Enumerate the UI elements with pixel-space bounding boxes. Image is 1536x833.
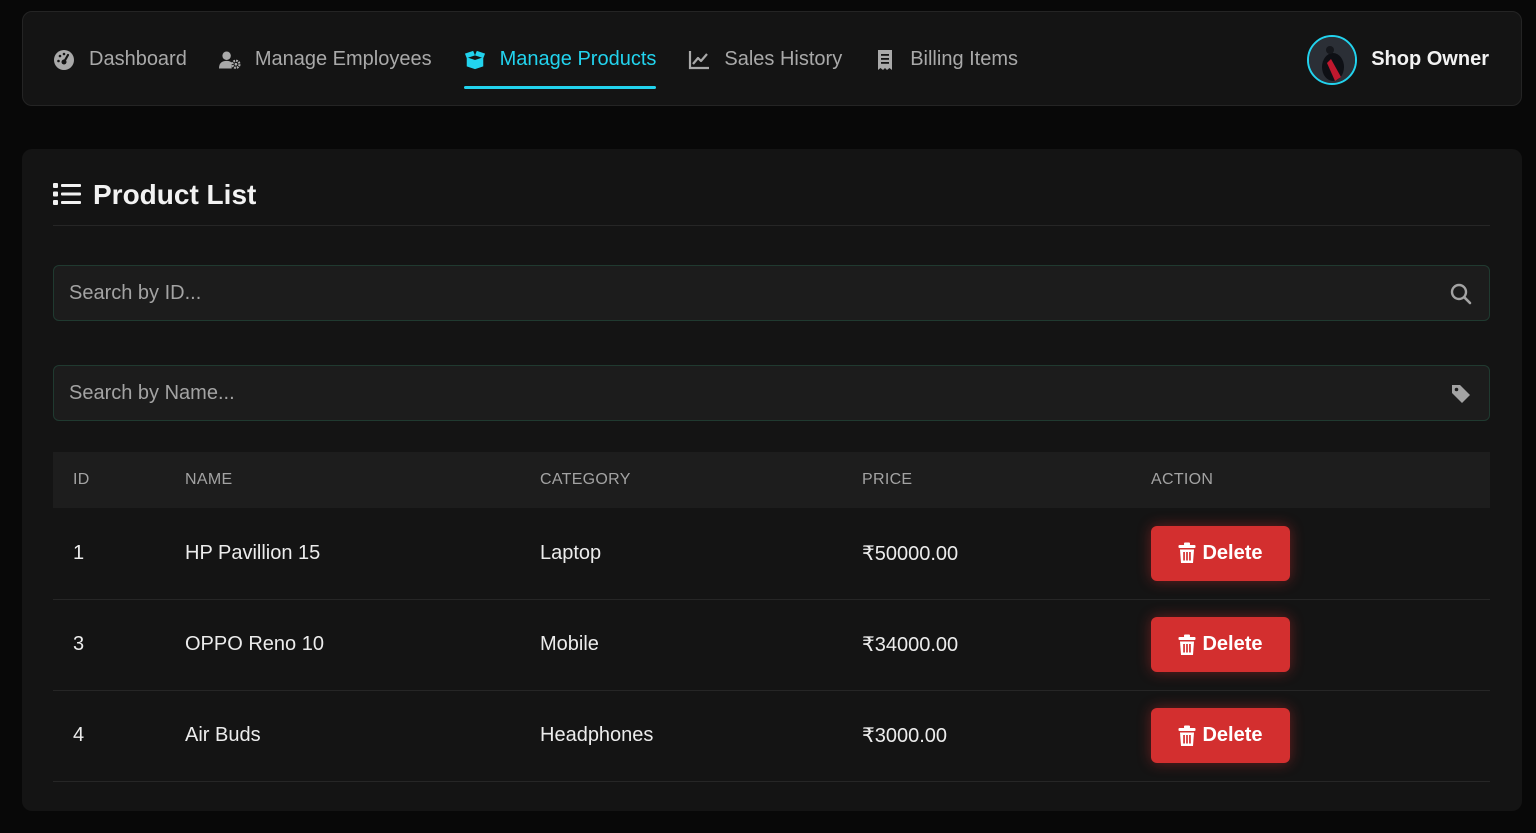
list-icon: [53, 182, 81, 208]
table-row: 1 HP Pavillion 15 Laptop ₹50000.00 Delet…: [53, 508, 1490, 599]
avatar: [1307, 34, 1358, 85]
product-list-card: Product List ID NAME CATEGORY PRICE ACTI…: [22, 149, 1522, 811]
product-category: Mobile: [540, 633, 599, 655]
top-navbar: Dashboard Manage Employees Manage Produc…: [22, 11, 1522, 106]
page-title: Product List: [93, 179, 257, 210]
product-action-cell: Delete: [1131, 508, 1490, 599]
nav-item-manage-products[interactable]: Manage Products: [463, 12, 657, 107]
delete-button-label: Delete: [1202, 541, 1263, 564]
search-by-id-input[interactable]: [54, 266, 1489, 320]
column-header-category: CATEGORY: [540, 471, 631, 488]
nav-item-label: Dashboard: [89, 48, 187, 70]
column-header-action: ACTION: [1151, 471, 1214, 488]
trash-icon: [1178, 634, 1196, 656]
table-header-row: ID NAME CATEGORY PRICE ACTION: [53, 452, 1490, 508]
nav-item-dashboard[interactable]: Dashboard: [53, 12, 187, 107]
trash-icon: [1178, 725, 1196, 747]
search-by-name-field: [53, 365, 1490, 421]
nav-item-label: Manage Employees: [254, 48, 432, 70]
nav-item-billing-items[interactable]: Billing Items: [874, 12, 1018, 107]
user-gear-icon: [218, 49, 241, 71]
product-name: OPPO Reno 10: [185, 633, 324, 655]
nav-item-label: Manage Products: [499, 48, 657, 70]
trash-icon: [1178, 542, 1196, 564]
user-profile[interactable]: Shop Owner: [1307, 12, 1489, 107]
product-price: ₹34000.00: [862, 634, 959, 656]
product-action-cell: Delete: [1131, 599, 1490, 690]
nav-item-label: Sales History: [724, 48, 843, 70]
product-price: ₹50000.00: [862, 542, 959, 565]
product-name: Air Buds: [185, 724, 261, 746]
dashboard-gauge-icon: [53, 49, 75, 71]
product-category: Headphones: [540, 724, 654, 746]
search-by-name-input[interactable]: [54, 366, 1489, 420]
receipt-icon: [874, 49, 896, 71]
delete-button[interactable]: Delete: [1151, 708, 1290, 763]
product-id: 4: [73, 724, 85, 746]
nav-menu: Dashboard Manage Employees Manage Produc…: [53, 12, 1050, 107]
product-table: ID NAME CATEGORY PRICE ACTION 1 HP Pavil…: [53, 452, 1490, 782]
nav-item-label: Billing Items: [910, 48, 1019, 70]
box-open-icon: [464, 49, 486, 71]
delete-button-label: Delete: [1202, 633, 1263, 655]
nav-item-sales-history[interactable]: Sales History: [688, 12, 842, 107]
search-icon[interactable]: [1449, 282, 1473, 306]
user-name: Shop Owner: [1371, 48, 1489, 70]
delete-button[interactable]: Delete: [1151, 617, 1290, 672]
column-header-name: NAME: [185, 471, 233, 488]
product-id: 1: [73, 541, 85, 564]
table-row: 3 OPPO Reno 10 Mobile ₹34000.00 Delete: [53, 599, 1490, 690]
product-action-cell: Delete: [1131, 690, 1490, 781]
delete-button-label: Delete: [1202, 724, 1263, 746]
column-header-id: ID: [73, 471, 90, 488]
tag-icon[interactable]: [1449, 382, 1473, 406]
table-row: 4 Air Buds Headphones ₹3000.00 Delete: [53, 690, 1490, 781]
product-id: 3: [73, 633, 85, 655]
card-header: Product List: [53, 179, 1490, 226]
delete-button[interactable]: Delete: [1151, 525, 1290, 581]
column-header-price: PRICE: [862, 471, 913, 488]
product-category: Laptop: [540, 541, 602, 564]
product-price: ₹3000.00: [862, 725, 948, 747]
line-chart-icon: [688, 49, 710, 71]
nav-item-manage-employees[interactable]: Manage Employees: [218, 12, 432, 107]
product-name: HP Pavillion 15: [185, 541, 321, 564]
search-by-id-field: [53, 265, 1490, 321]
